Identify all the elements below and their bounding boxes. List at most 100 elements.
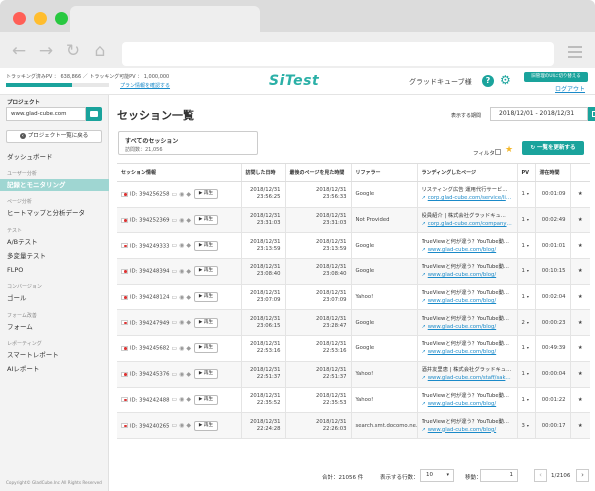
header-last-page-time[interactable]: 最後のページを見た時間	[284, 163, 351, 182]
segment-selector[interactable]: すべてのセッション 訪問数：21,056	[118, 131, 258, 155]
favorite-star-icon[interactable]: ★	[569, 181, 590, 208]
sidebar-item-heatmap[interactable]: ヒートマップと分析データ	[0, 207, 109, 219]
gear-icon[interactable]: ⚙	[500, 74, 511, 86]
forward-arrow-icon[interactable]: →	[37, 42, 55, 60]
table-row[interactable]: ID: 394242488 ▭ ◉ ◆ ▶ 再生 2018/12/31 22:35:52 20…	[117, 387, 590, 414]
landing-page-link[interactable]: ↗ www.glad-cube.com/blog/	[422, 271, 513, 279]
table-row[interactable]: ID: 394248124 ▭ ◉ ◆ ▶ 再生 2018/12/31 23:07:09 20…	[117, 284, 590, 311]
header-session-info[interactable]: セッション情報	[117, 163, 241, 182]
sidebar-item-dashboard[interactable]: ダッシュボード	[0, 151, 109, 163]
play-button[interactable]: ▶ 再生	[194, 369, 218, 380]
header-stay-time[interactable]: 滞在時間	[534, 163, 570, 182]
favorite-star-icon[interactable]: ★	[569, 361, 590, 388]
user-name[interactable]: グラッドキューブ様	[409, 77, 472, 87]
table-row[interactable]: ID: 394256258 ▭ ◉ ◆ ▶ 再生 2018/12/31 23:56:25 20…	[117, 181, 590, 208]
calendar-icon[interactable]	[588, 107, 595, 121]
pv-cell[interactable]: 1 ▾	[516, 284, 535, 311]
pv-cell[interactable]: 3 ▾	[516, 412, 535, 439]
sidebar-item-goal[interactable]: ゴール	[0, 292, 109, 304]
play-button[interactable]: ▶ 再生	[194, 240, 218, 251]
browser-tab[interactable]	[70, 6, 260, 32]
back-to-projects-button[interactable]: ‹ プロジェクト一覧に戻る	[6, 130, 102, 143]
sitest-logo[interactable]: SiTest	[269, 73, 319, 89]
play-button[interactable]: ▶ 再生	[194, 266, 218, 277]
sidebar-item-recording-monitoring[interactable]: 記録とモニタリング	[0, 179, 109, 191]
folder-icon[interactable]	[86, 107, 102, 121]
refresh-list-button[interactable]: ↻ 一覧を更新する	[522, 141, 584, 155]
filter-checkbox[interactable]	[495, 149, 501, 155]
play-button[interactable]: ▶ 再生	[194, 317, 218, 328]
prev-page-button[interactable]: ‹	[534, 469, 547, 482]
next-page-button[interactable]: ›	[576, 469, 589, 482]
page-jump-input[interactable]: 1	[480, 469, 518, 482]
pv-cell[interactable]: 1 ▾	[516, 258, 535, 285]
home-icon[interactable]: ⌂	[91, 42, 109, 60]
star-filter-icon[interactable]: ★	[505, 146, 513, 155]
help-icon[interactable]: ?	[482, 75, 494, 87]
segment-count: 訪問数：21,056	[125, 147, 163, 153]
play-button[interactable]: ▶ 再生	[194, 343, 218, 354]
plan-info-link[interactable]: プラン情報を確認する	[120, 82, 170, 89]
favorite-star-icon[interactable]: ★	[569, 258, 590, 285]
table-row[interactable]: ID: 394245682 ▭ ◉ ◆ ▶ 再生 2018/12/31 22:53:16 20…	[117, 335, 590, 362]
play-button[interactable]: ▶ 再生	[194, 215, 218, 226]
header-landing-page[interactable]: ランディングしたページ	[416, 163, 517, 182]
landing-page-link[interactable]: ↗ www.glad-cube.com/blog/	[422, 246, 513, 254]
landing-page-link[interactable]: ↗ www.glad-cube.com/blog/	[422, 426, 513, 434]
favorite-star-icon[interactable]: ★	[569, 412, 590, 439]
pv-cell[interactable]: 1 ▾	[516, 361, 535, 388]
external-link-icon: ↗	[421, 323, 426, 330]
sidebar-item-ai-report[interactable]: AIレポート	[0, 363, 109, 375]
favorite-star-icon[interactable]: ★	[569, 309, 590, 337]
landing-page-link[interactable]: ↗ www.glad-cube.com/blog/	[422, 323, 513, 331]
landing-page-link[interactable]: ↗ www.glad-cube.com/staff/saka...	[422, 374, 513, 382]
project-field[interactable]: www.glad-cube.com	[6, 107, 86, 121]
play-button[interactable]: ▶ 再生	[194, 394, 218, 405]
header-referrer[interactable]: リファラー	[350, 163, 417, 182]
favorite-star-icon[interactable]: ★	[569, 387, 590, 414]
pv-cell[interactable]: 1 ▾	[516, 387, 535, 414]
sidebar-item-ab-test[interactable]: A/Bテスト	[0, 236, 109, 248]
landing-page-link[interactable]: ↗ corp.glad-cube.com/service/list...	[422, 194, 513, 202]
header-visit-time[interactable]: 訪問した日時	[240, 163, 285, 182]
landing-page-link[interactable]: ↗ www.glad-cube.com/blog/	[422, 400, 513, 408]
maximize-window-button[interactable]	[55, 12, 68, 25]
play-button[interactable]: ▶ 再生	[194, 420, 218, 431]
sidebar-item-multivariate-test[interactable]: 多変量テスト	[0, 250, 109, 262]
minimize-window-button[interactable]	[34, 12, 47, 25]
table-row[interactable]: ID: 394252369 ▭ ◉ ◆ ▶ 再生 2018/12/31 23:31:03 20…	[117, 207, 590, 234]
sidebar-item-flpo[interactable]: FLPO	[0, 264, 109, 276]
address-bar[interactable]	[122, 42, 554, 66]
browser-menu-icon[interactable]	[568, 46, 582, 58]
sidebar-item-smart-report[interactable]: スマートレポート	[0, 349, 109, 361]
table-row[interactable]: ID: 394247949 ▭ ◉ ◆ ▶ 再生 2018/12/31 23:06:15 20…	[117, 309, 590, 337]
favorite-star-icon[interactable]: ★	[569, 335, 590, 362]
header-pv[interactable]: PV	[516, 163, 535, 182]
favorite-star-icon[interactable]: ★	[569, 207, 590, 234]
pv-cell[interactable]: 2 ▾	[516, 309, 535, 337]
play-button[interactable]: ▶ 再生	[194, 292, 218, 303]
close-window-button[interactable]	[13, 12, 26, 25]
table-row[interactable]: ID: 394248394 ▭ ◉ ◆ ▶ 再生 2018/12/31 23:08:40 20…	[117, 258, 590, 285]
favorite-star-icon[interactable]: ★	[569, 232, 590, 260]
table-row[interactable]: ID: 394240265 ▭ ◉ ◆ ▶ 再生 2018/12/31 22:24:28 20…	[117, 412, 590, 439]
chevron-down-icon: ▾	[526, 319, 529, 325]
rows-per-page-select[interactable]: 10 ▾	[420, 469, 454, 482]
play-button[interactable]: ▶ 再生	[194, 189, 218, 200]
landing-page-link[interactable]: ↗ corp.glad-cube.com/company/c...	[422, 220, 513, 228]
back-arrow-icon[interactable]: ←	[10, 42, 28, 60]
logout-link[interactable]: ログアウト	[555, 84, 585, 93]
reload-icon[interactable]: ↻	[64, 42, 82, 60]
favorite-star-icon[interactable]: ★	[569, 284, 590, 311]
landing-page-link[interactable]: ↗ www.glad-cube.com/blog/	[422, 348, 513, 356]
pv-cell[interactable]: 1 ▾	[516, 181, 535, 208]
table-row[interactable]: ID: 394249333 ▭ ◉ ◆ ▶ 再生 2018/12/31 23:13:59 20…	[117, 232, 590, 260]
pv-cell[interactable]: 1 ▾	[516, 232, 535, 260]
table-row[interactable]: ID: 394245376 ▭ ◉ ◆ ▶ 再生 2018/12/31 22:51:37 20…	[117, 361, 590, 388]
pv-cell[interactable]: 1 ▾	[516, 335, 535, 362]
period-field[interactable]: 2018/12/01 - 2018/12/31	[490, 107, 588, 121]
sidebar-item-form[interactable]: フォーム	[0, 321, 109, 333]
landing-page-link[interactable]: ↗ www.glad-cube.com/blog/	[422, 297, 513, 305]
pv-cell[interactable]: 1 ▾	[516, 207, 535, 234]
switch-ui-button[interactable]: 旧管理のUIに切り替える	[524, 72, 588, 82]
